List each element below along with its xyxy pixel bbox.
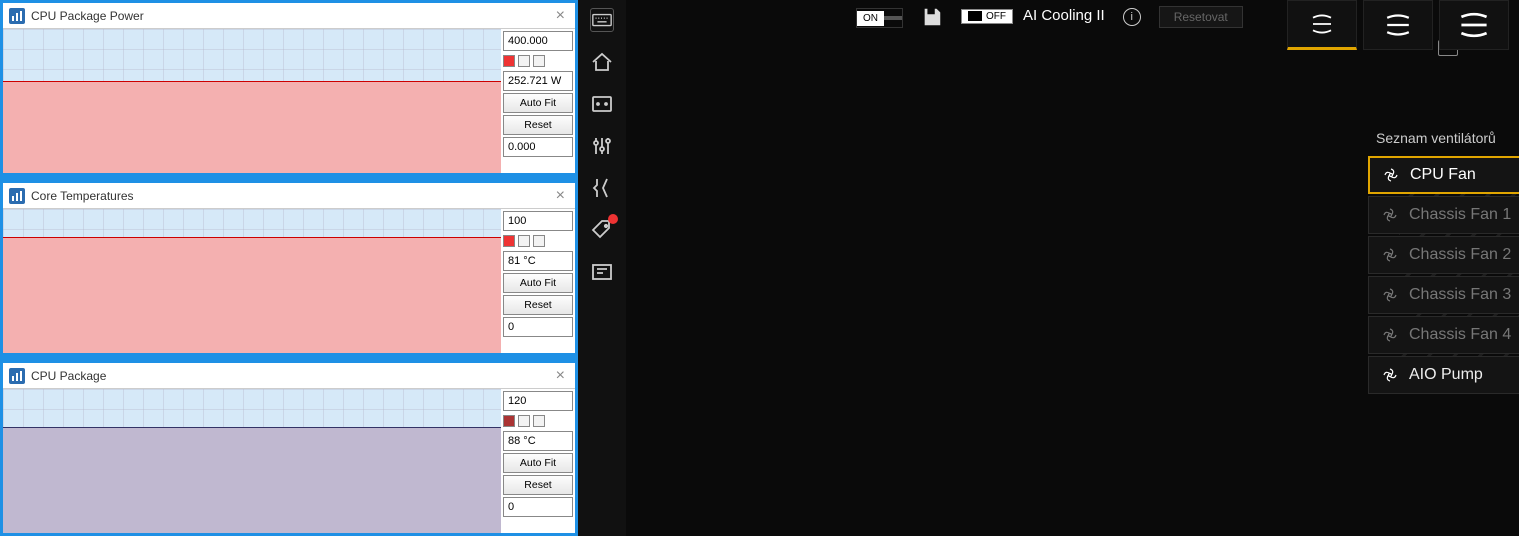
fan-label: Chassis Fan 1 xyxy=(1409,206,1511,224)
close-icon[interactable]: × xyxy=(552,367,569,385)
fan-label: Chassis Fan 2 xyxy=(1409,246,1511,264)
fan-icon xyxy=(1381,326,1399,344)
chart-icon xyxy=(9,188,25,204)
fan-label: Chassis Fan 3 xyxy=(1409,286,1511,304)
app-sidebar xyxy=(578,0,626,536)
info-icon[interactable]: i xyxy=(1123,8,1141,26)
tools-icon[interactable] xyxy=(590,176,614,200)
fan-icon xyxy=(1382,166,1400,184)
profile-low-button[interactable] xyxy=(1287,0,1357,50)
max-readout[interactable]: 120 xyxy=(503,391,573,411)
fan-profile-buttons xyxy=(1287,0,1509,50)
sliders-icon[interactable] xyxy=(590,134,614,158)
graph-area xyxy=(3,29,501,173)
panel-cpu-power: CPU Package Power × 400.000 252.721 W Au… xyxy=(0,0,578,176)
autofit-button[interactable]: Auto Fit xyxy=(503,273,573,293)
fan-list-panel: Seznam ventilátorů CPU Fan Chassis Fan 1 C… xyxy=(1368,130,1519,396)
max-readout[interactable]: 100 xyxy=(503,211,573,231)
panel-title: CPU Package Power xyxy=(31,9,552,23)
notification-badge xyxy=(608,214,618,224)
fan-icon xyxy=(1381,286,1399,304)
fan-icon xyxy=(1381,246,1399,264)
autofit-button[interactable]: Auto Fit xyxy=(503,453,573,473)
value-readout[interactable]: 88 °C xyxy=(503,431,573,451)
panel-title: CPU Package xyxy=(31,369,552,383)
fan-icon xyxy=(1381,206,1399,224)
autofit-button[interactable]: Auto Fit xyxy=(503,93,573,113)
close-icon[interactable]: × xyxy=(552,7,569,25)
dashboard-icon[interactable] xyxy=(590,92,614,116)
reset-button[interactable]: Reset xyxy=(503,115,573,135)
fan-row-1[interactable]: Chassis Fan 1 xyxy=(1368,196,1519,234)
fan-icon xyxy=(1381,366,1399,384)
color-swatches[interactable] xyxy=(503,233,573,249)
value-readout[interactable]: 252.721 W xyxy=(503,71,573,91)
panel-core-temps: Core Temperatures × 100 81 °C Auto Fit R… xyxy=(0,180,578,356)
min-readout[interactable]: 0 xyxy=(503,497,573,517)
ai-cooling-toggle[interactable]: OFF xyxy=(961,9,1013,24)
save-icon[interactable] xyxy=(921,6,943,28)
chart-icon xyxy=(9,368,25,384)
panel-cpu-package: CPU Package × 120 88 °C Auto Fit Reset 0 xyxy=(0,360,578,536)
fan-label: CPU Fan xyxy=(1410,166,1476,184)
fan-row-2[interactable]: Chassis Fan 2 xyxy=(1368,236,1519,274)
fan-row-3[interactable]: Chassis Fan 3 xyxy=(1368,276,1519,314)
keyboard-icon[interactable] xyxy=(590,8,614,32)
value-readout[interactable]: 81 °C xyxy=(503,251,573,271)
graph-area xyxy=(3,389,501,533)
profile-mid-button[interactable] xyxy=(1363,0,1433,50)
reset-button[interactable]: Resetovat xyxy=(1159,6,1243,28)
chart-icon xyxy=(9,8,25,24)
fan-label: AIO Pump xyxy=(1409,366,1483,384)
fan-row-0[interactable]: CPU Fan xyxy=(1368,156,1519,194)
asus-fan-app: ON OFF AI Cooling II i Resetovat Seznam … xyxy=(578,0,1519,536)
color-swatches[interactable] xyxy=(503,53,573,69)
color-swatches[interactable] xyxy=(503,413,573,429)
reset-button[interactable]: Reset xyxy=(503,295,573,315)
max-readout[interactable]: 400.000 xyxy=(503,31,573,51)
ai-cooling-label: AI Cooling II xyxy=(1023,7,1105,24)
tag-icon[interactable] xyxy=(590,218,614,242)
fan-list-title: Seznam ventilátorů xyxy=(1368,130,1519,146)
min-readout[interactable]: 0.000 xyxy=(503,137,573,157)
graph-area xyxy=(3,209,501,353)
fan-label: Chassis Fan 4 xyxy=(1409,326,1511,344)
on-toggle[interactable]: ON xyxy=(856,8,903,28)
fan-row-4[interactable]: Chassis Fan 4 xyxy=(1368,316,1519,354)
profile-high-button[interactable] xyxy=(1439,0,1509,50)
news-icon[interactable] xyxy=(590,260,614,284)
hwinfo-window: CPU Package Power × 400.000 252.721 W Au… xyxy=(0,0,578,536)
min-readout[interactable]: 0 xyxy=(503,317,573,337)
reset-button[interactable]: Reset xyxy=(503,475,573,495)
close-icon[interactable]: × xyxy=(552,187,569,205)
fan-row-5[interactable]: AIO Pump xyxy=(1368,356,1519,394)
panel-title: Core Temperatures xyxy=(31,189,552,203)
home-icon[interactable] xyxy=(590,50,614,74)
